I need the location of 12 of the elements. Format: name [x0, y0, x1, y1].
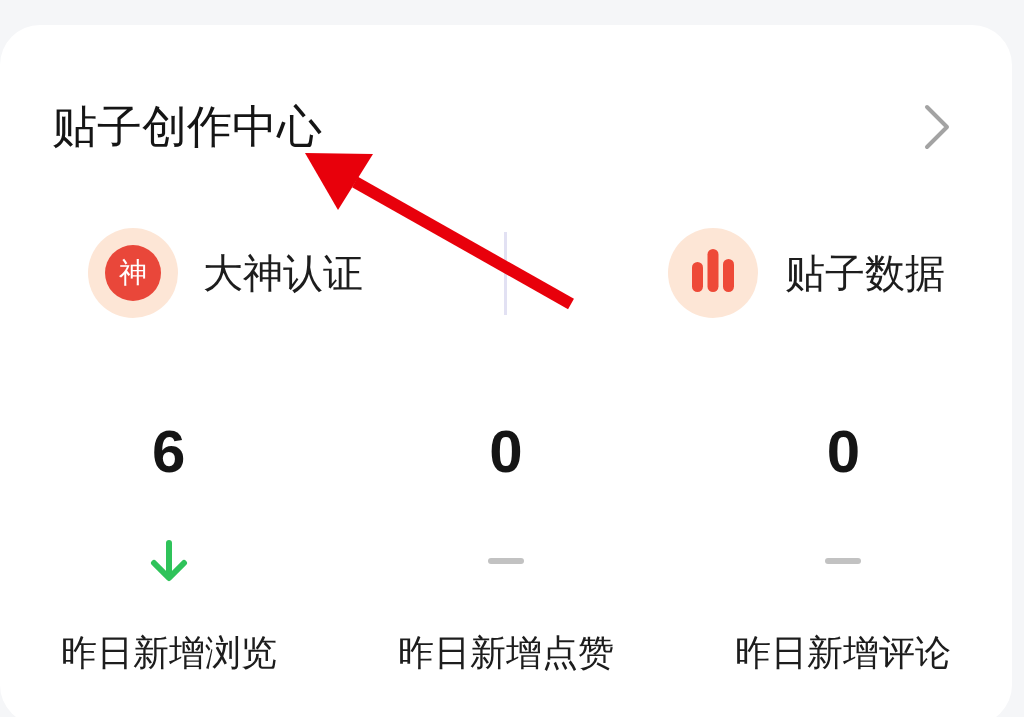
stat-label: 昨日新增点赞: [398, 631, 614, 675]
shortcut-button[interactable]: 神 大神认证: [88, 228, 363, 318]
stat-value: 0: [826, 422, 860, 482]
chevron-right-icon[interactable]: [924, 104, 950, 150]
bar-chart-icon: [668, 228, 758, 318]
stat-value: 6: [151, 422, 186, 482]
stat-label: 昨日新增评论: [735, 631, 952, 675]
stat-value: 0: [489, 422, 523, 482]
card-title: 贴子创作中心: [52, 104, 322, 150]
shortcut-button[interactable]: 贴子数据: [668, 228, 945, 318]
badge-icon: 神: [88, 228, 178, 318]
stat-label: 昨日新增浏览: [60, 631, 277, 675]
